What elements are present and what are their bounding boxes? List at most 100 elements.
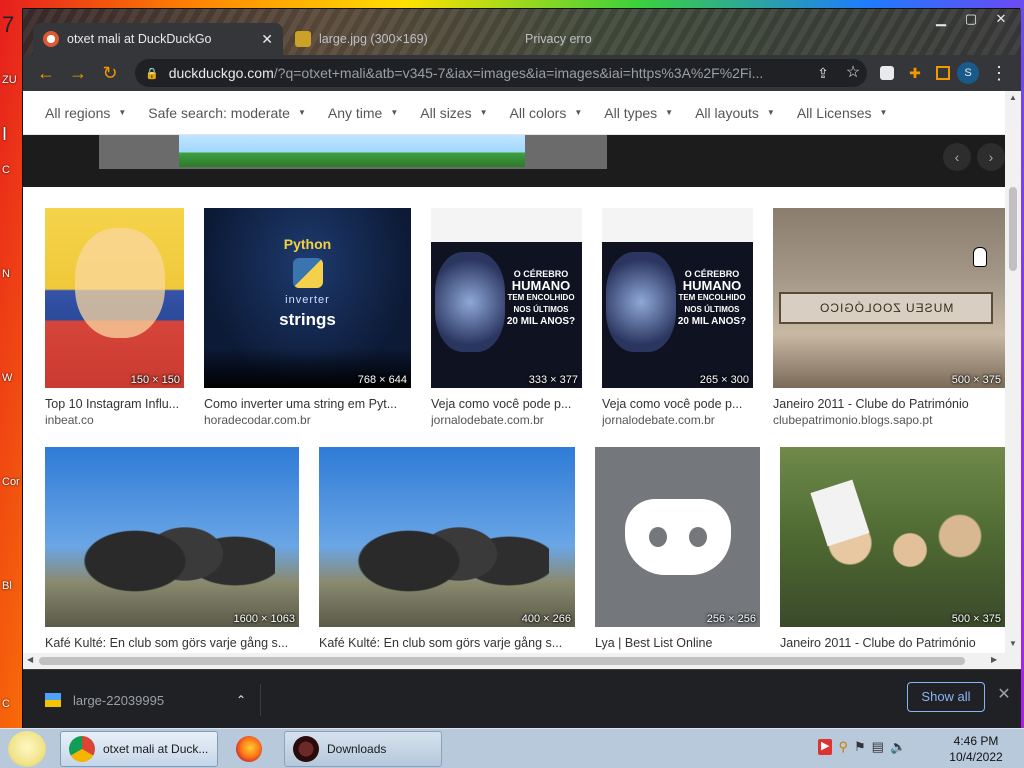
next-image-button[interactable]: › xyxy=(977,143,1005,171)
image-result[interactable]: 1600 × 1063 Kafé Kulté: En club som görs… xyxy=(45,447,299,650)
filter-layouts[interactable]: All layouts ▼ xyxy=(695,105,775,121)
search-icon[interactable]: ⚲ xyxy=(838,739,848,755)
show-all-button[interactable]: Show all xyxy=(907,682,985,712)
filter-label: Safe search: moderate xyxy=(148,104,290,121)
star-icon[interactable]: ☆ xyxy=(841,61,865,85)
downloads-icon xyxy=(293,736,319,762)
filter-safe-search[interactable]: Safe search: moderate ▼ xyxy=(148,105,306,121)
result-title[interactable]: Kafé Kulté: En club som görs varje gång … xyxy=(45,636,299,650)
scrollbar-thumb[interactable] xyxy=(39,657,965,665)
person-face-image xyxy=(75,228,165,338)
scroll-down-icon[interactable]: ▼ xyxy=(1005,639,1021,648)
image-dimensions: 400 × 266 xyxy=(521,613,571,625)
result-title[interactable]: Top 10 Instagram Influ... xyxy=(45,397,184,411)
image-result[interactable]: O CÉREBRO HUMANO TEM ENCOLHIDO NOS ÚLTIM… xyxy=(602,208,753,427)
side-panel-icon[interactable] xyxy=(931,61,955,85)
tab-title: Privacy erro xyxy=(525,32,592,46)
detail-image[interactable] xyxy=(99,135,607,169)
tab-privacy-error[interactable]: Privacy erro xyxy=(515,23,675,55)
result-title[interactable]: Kafé Kulté: En club som görs varje gång … xyxy=(319,636,575,650)
image-result[interactable]: O CÉREBRO HUMANO TEM ENCOLHIDO NOS ÚLTIM… xyxy=(431,208,582,427)
image-result[interactable]: 256 × 256 Lya | Best List Online xyxy=(595,447,760,650)
share-icon[interactable]: ⇪ xyxy=(811,61,835,85)
maximize-icon[interactable]: ▢ xyxy=(957,11,985,31)
logo-eye xyxy=(649,527,667,547)
result-source[interactable]: jornalodebate.com.br xyxy=(602,413,753,427)
taskbar-item-label: otxet mali at Duck... xyxy=(103,742,209,756)
scroll-right-icon[interactable]: ▶ xyxy=(991,655,997,664)
result-title[interactable]: Veja como você pode p... xyxy=(431,397,582,411)
desktop-label: N xyxy=(2,268,10,280)
flag-icon[interactable]: ⚑ xyxy=(854,739,866,755)
result-title[interactable]: Janeiro 2011 - Clube do Património xyxy=(780,636,1005,650)
start-button[interactable] xyxy=(8,731,46,767)
tab-image[interactable]: large.jpg (300×169) xyxy=(285,23,513,55)
filter-label: Any time xyxy=(327,104,383,121)
address-bar[interactable]: 🔒 duckduckgo.com/?q=otxet+mali&atb=v345-… xyxy=(135,59,867,87)
caret-down-icon: ▼ xyxy=(665,108,674,117)
museum-sign: MUSEU ZOOLÓGICO xyxy=(779,292,993,324)
reload-icon[interactable]: ↻ xyxy=(97,61,123,85)
result-source[interactable]: inbeat.co xyxy=(45,413,184,427)
image-detail-panel: ‹ › xyxy=(23,135,1005,187)
extension-cat-icon[interactable] xyxy=(875,61,899,85)
image-text: Python xyxy=(283,236,332,252)
image-result[interactable]: 150 × 150 Top 10 Instagram Influ... inbe… xyxy=(45,208,184,427)
taskbar-item-chrome[interactable]: otxet mali at Duck... xyxy=(60,731,218,767)
result-title[interactable]: Janeiro 2011 - Clube do Património xyxy=(773,397,1005,411)
firefox-icon xyxy=(236,736,262,762)
duckduckgo-icon xyxy=(43,31,59,47)
filter-types[interactable]: All types ▼ xyxy=(604,105,673,121)
caret-down-icon: ▼ xyxy=(297,108,306,117)
result-title[interactable]: Lya | Best List Online xyxy=(595,636,760,650)
image-text: 20 MIL ANOS? xyxy=(506,316,576,327)
result-title[interactable]: Veja como você pode p... xyxy=(602,397,753,411)
download-item[interactable]: large-22039995 ⌃ xyxy=(35,684,261,716)
menu-icon[interactable]: ⋮ xyxy=(987,61,1011,85)
image-result[interactable]: Python inverter strings 768 × 644 Como i… xyxy=(204,208,411,427)
filter-licenses[interactable]: All Licenses ▼ xyxy=(797,105,888,121)
minimize-icon[interactable]: ▁ xyxy=(927,11,955,31)
profile-avatar[interactable]: S xyxy=(957,62,979,84)
forward-icon[interactable]: → xyxy=(65,61,91,85)
close-download-bar-icon[interactable]: ✕ xyxy=(993,684,1015,708)
result-source[interactable]: horadecodar.com.br xyxy=(204,413,411,427)
caret-down-icon: ▼ xyxy=(574,108,583,117)
filter-colors[interactable]: All colors ▼ xyxy=(510,105,583,121)
scroll-up-icon[interactable]: ▲ xyxy=(1005,93,1021,102)
network-icon[interactable]: ▤ xyxy=(872,739,884,755)
scrollbar-thumb[interactable] xyxy=(1009,187,1017,271)
filter-bar: All regions ▼ Safe search: moderate ▼ Any … xyxy=(23,91,1005,135)
extensions-puzzle-icon[interactable]: ✚ xyxy=(903,61,927,85)
filter-regions[interactable]: All regions ▼ xyxy=(45,105,126,121)
back-icon[interactable]: ← xyxy=(33,61,59,85)
image-result[interactable]: MUSEU ZOOLÓGICO 500 × 375 Janeiro 2011 -… xyxy=(773,208,1005,427)
image-text: 20 MIL ANOS? xyxy=(677,316,747,327)
system-tray: ▶ ⚲ ⚑ ▤ 🔈 xyxy=(818,739,906,755)
result-source[interactable]: clubepatrimonio.blogs.sapo.pt xyxy=(773,413,1005,427)
tab-active[interactable]: otxet mali at DuckDuckGo ✕ xyxy=(33,23,283,55)
taskbar-item-downloads[interactable]: Downloads xyxy=(284,731,442,767)
prev-image-button[interactable]: ‹ xyxy=(943,143,971,171)
close-tab-icon[interactable]: ✕ xyxy=(261,31,273,48)
detail-image-content xyxy=(179,135,525,167)
close-window-icon[interactable]: ✕ xyxy=(987,11,1015,31)
result-title[interactable]: Como inverter uma string em Pyt... xyxy=(204,397,411,411)
image-result[interactable]: 500 × 375 Janeiro 2011 - Clube do Patrim… xyxy=(780,447,1005,650)
horizontal-scrollbar[interactable]: ◀ ▶ xyxy=(23,653,1021,669)
url-host: duckduckgo.com xyxy=(168,65,274,81)
tray-app-icon[interactable]: ▶ xyxy=(818,739,833,755)
chevron-up-icon[interactable]: ⌃ xyxy=(236,693,246,707)
result-source[interactable]: jornalodebate.com.br xyxy=(431,413,582,427)
scroll-left-icon[interactable]: ◀ xyxy=(27,655,33,664)
volume-icon[interactable]: 🔈 xyxy=(890,739,906,755)
filter-sizes[interactable]: All sizes ▼ xyxy=(420,105,487,121)
taskbar-item-firefox[interactable] xyxy=(228,731,274,767)
image-result[interactable]: 400 × 266 Kafé Kulté: En club som görs v… xyxy=(319,447,575,650)
image-text: HUMANO xyxy=(511,278,571,293)
browser-window: otxet mali at DuckDuckGo ✕ large.jpg (30… xyxy=(22,8,1021,729)
vertical-scrollbar[interactable]: ▲ ▼ xyxy=(1005,91,1021,653)
filter-time[interactable]: Any time ▼ xyxy=(328,105,398,121)
pelicans-image xyxy=(349,477,549,617)
taskbar-clock[interactable]: 4:46 PM 10/4/2022 xyxy=(946,733,1006,765)
